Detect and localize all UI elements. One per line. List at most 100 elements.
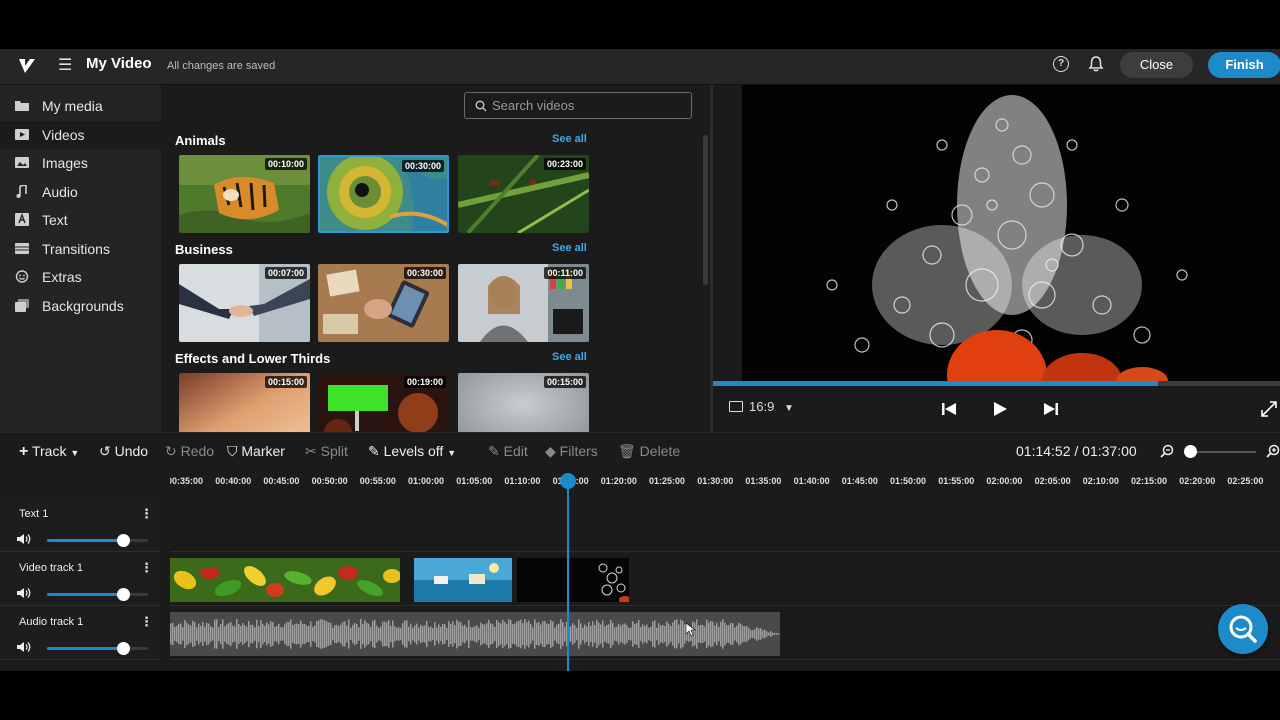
track-name[interactable]: Audio track 1	[19, 616, 83, 628]
waveform-bar	[580, 623, 582, 645]
undo-button[interactable]: ↺ Undo	[99, 443, 148, 460]
waveform-bar	[536, 623, 538, 645]
track-lane-video-1[interactable]	[170, 553, 1280, 606]
track-lane-text-1[interactable]	[170, 499, 1280, 552]
filters-button[interactable]: ◆ Filters	[545, 443, 598, 460]
video-thumb-ants[interactable]: 00:23:00	[458, 155, 589, 233]
video-clip-beach[interactable]	[414, 558, 512, 602]
sidebar-item-label: My media	[42, 98, 103, 114]
see-all-business-link[interactable]: See all	[552, 242, 587, 254]
bell-icon[interactable]	[1087, 55, 1105, 73]
video-thumb-chameleon[interactable]: 00:30:00	[318, 155, 449, 233]
track-name[interactable]: Text 1	[19, 508, 48, 520]
timeline-ruler[interactable]: 00:35:00 00:40:00 00:45:00 00:50:00 00:55:00…	[170, 467, 1280, 499]
help-icon[interactable]: ?	[1053, 56, 1069, 72]
sidebar-item-label: Backgrounds	[42, 298, 124, 314]
delete-button[interactable]: 🗑 Delete	[618, 443, 680, 460]
volume-icon[interactable]	[16, 533, 32, 545]
video-clip-splash[interactable]	[517, 558, 629, 602]
add-track-button[interactable]: + Track ▼	[19, 443, 79, 461]
ruler-tick: 01:25:00	[649, 476, 686, 486]
play-icon[interactable]	[991, 400, 1009, 418]
preview-frame[interactable]	[742, 85, 1280, 381]
see-all-animals-link[interactable]: See all	[552, 133, 587, 145]
sidebar-item-transitions[interactable]: Transitions	[0, 235, 161, 263]
zoom-out-icon[interactable]	[1160, 444, 1174, 458]
track-name[interactable]: Video track 1	[19, 562, 83, 574]
see-all-effects-link[interactable]: See all	[552, 351, 587, 363]
skip-back-icon[interactable]	[940, 400, 958, 418]
close-button[interactable]: Close	[1120, 52, 1193, 78]
video-thumb-gray[interactable]: 00:15:00	[458, 373, 589, 432]
sidebar-item-my-media[interactable]: My media	[0, 92, 161, 120]
sidebar-item-extras[interactable]: Extras	[0, 263, 161, 291]
app-logo-icon[interactable]	[17, 56, 37, 76]
finish-button[interactable]: Finish	[1208, 52, 1280, 78]
volume-icon[interactable]	[16, 641, 32, 653]
search-help-fab[interactable]	[1218, 604, 1268, 654]
volume-slider-handle[interactable]	[116, 534, 130, 547]
sidebar-item-videos[interactable]: Videos	[0, 121, 161, 149]
preview-progress-fill	[713, 381, 1159, 386]
search-input[interactable]	[492, 97, 682, 114]
preview-progress-bar[interactable]	[713, 381, 1280, 386]
redo-button[interactable]: ↻ Redo	[165, 443, 214, 460]
volume-slider[interactable]	[47, 588, 148, 601]
aspect-ratio-dropdown[interactable]: 16:9 ▼	[729, 399, 794, 414]
sidebar-item-images[interactable]: Images	[0, 149, 161, 177]
fullscreen-icon[interactable]	[1260, 400, 1278, 418]
video-thumb-desk[interactable]: 00:30:00	[318, 264, 449, 342]
waveform-bar	[402, 623, 404, 645]
volume-slider[interactable]	[47, 642, 148, 655]
track-menu-icon[interactable]: ⋮	[140, 506, 153, 522]
waveform-bar	[392, 620, 394, 648]
track-lane-audio-1[interactable]	[170, 607, 1280, 660]
waveform-bar	[518, 620, 520, 648]
zoom-in-icon[interactable]	[1266, 444, 1280, 458]
video-thumb-tiger[interactable]: 00:10:00	[179, 155, 310, 233]
levels-dropdown[interactable]: ✎ Levels off ▼	[368, 443, 456, 460]
volume-icon[interactable]	[16, 587, 32, 599]
video-clip-vegetables[interactable]	[170, 558, 400, 602]
volume-slider-handle[interactable]	[116, 642, 130, 655]
marker-button[interactable]: ⛉ Marker	[227, 443, 285, 460]
waveform-bar	[506, 623, 508, 645]
project-title[interactable]: My Video	[86, 55, 152, 72]
volume-slider[interactable]	[47, 534, 148, 547]
waveform-bar	[290, 619, 292, 649]
waveform-bar	[250, 624, 252, 644]
playhead-line[interactable]	[567, 480, 569, 671]
waveform-bar	[766, 631, 768, 637]
volume-slider-handle[interactable]	[116, 588, 130, 601]
zoom-slider-handle[interactable]	[1183, 445, 1197, 458]
search-box[interactable]	[464, 92, 692, 119]
media-scrollbar[interactable]	[703, 135, 708, 285]
video-thumb-handshake[interactable]: 00:07:00	[179, 264, 310, 342]
zoom-slider[interactable]	[1186, 451, 1256, 453]
waveform-bar	[352, 624, 354, 644]
sidebar-item-text[interactable]: Text	[0, 206, 161, 234]
waveform-bar	[668, 623, 670, 645]
skip-forward-icon[interactable]	[1042, 400, 1060, 418]
search-icon	[1229, 615, 1257, 643]
track-menu-icon[interactable]: ⋮	[140, 614, 153, 630]
video-thumb-green-screen[interactable]: 00:19:00	[318, 373, 449, 432]
sidebar-item-label: Audio	[42, 184, 78, 200]
split-button[interactable]: ✂ Split	[305, 443, 348, 460]
edit-button[interactable]: ✎ Edit	[488, 443, 528, 460]
ruler-tick: 01:45:00	[841, 476, 878, 486]
ruler-tick: 00:55:00	[359, 476, 396, 486]
track-menu-icon[interactable]: ⋮	[140, 560, 153, 576]
sidebar-item-backgrounds[interactable]: Backgrounds	[0, 292, 161, 320]
waveform-bar	[592, 621, 594, 647]
ruler-tick: 01:35:00	[745, 476, 782, 486]
video-thumb-light-leak[interactable]: 00:15:00	[179, 373, 310, 432]
video-thumb-office-woman[interactable]: 00:11:00	[458, 264, 589, 342]
playhead-handle[interactable]	[560, 473, 576, 489]
waveform-bar	[610, 619, 612, 649]
waveform-bar	[702, 625, 704, 643]
waveform-bar	[710, 620, 712, 648]
sidebar-item-audio[interactable]: Audio	[0, 178, 161, 206]
hamburger-menu-icon[interactable]: ☰	[58, 57, 72, 75]
waveform-bar	[270, 621, 272, 647]
